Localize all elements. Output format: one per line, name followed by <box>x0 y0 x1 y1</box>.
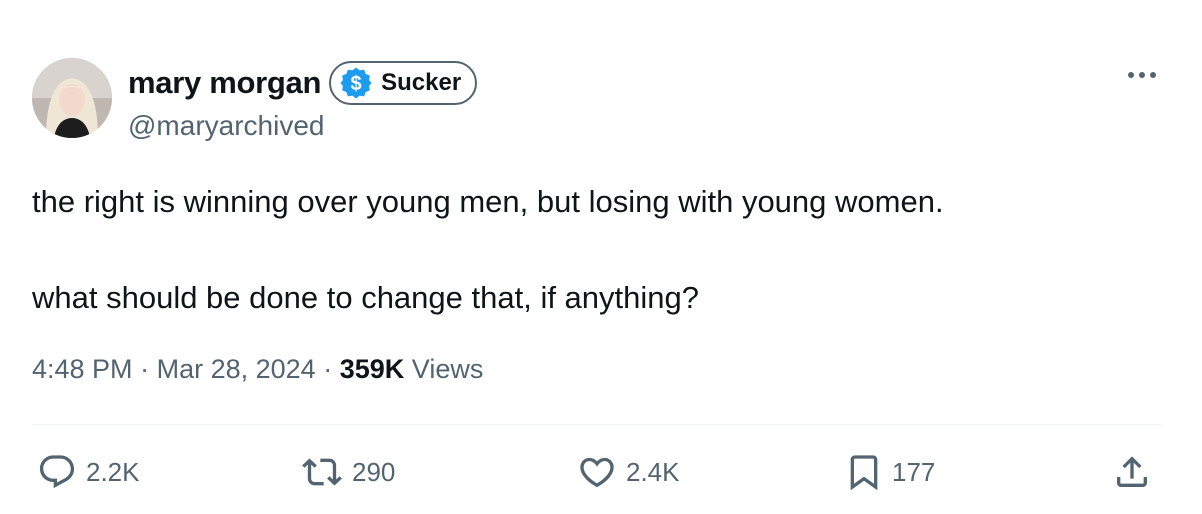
tweet-meta: 4:48 PM · Mar 28, 2024 · 359K Views <box>32 354 483 385</box>
reply-button[interactable]: 2.2K <box>36 448 140 496</box>
author-row: mary morgan $ Sucker <box>128 58 478 108</box>
tweet-time[interactable]: 4:48 PM <box>32 354 133 384</box>
bookmark-count: 177 <box>892 456 936 487</box>
action-bar: 2.2K 290 2.4K 177 <box>32 448 1162 496</box>
tweet-paragraph: what should be done to change that, if a… <box>32 280 699 315</box>
retweet-count: 290 <box>352 456 396 487</box>
more-icon <box>1128 72 1156 78</box>
display-name[interactable]: mary morgan <box>128 65 321 101</box>
share-button[interactable] <box>1112 448 1152 496</box>
tweet-date[interactable]: Mar 28, 2024 <box>157 354 316 384</box>
reply-count: 2.2K <box>86 456 140 487</box>
dollar-icon: $ <box>339 66 373 100</box>
svg-text:$: $ <box>351 73 362 95</box>
tweet-text: the right is winning over young men, but… <box>32 178 1162 322</box>
retweet-button[interactable]: 290 <box>300 448 395 496</box>
like-button[interactable]: 2.4K <box>576 448 680 496</box>
views-label: Views <box>411 354 484 384</box>
tweet-card: mary morgan $ Sucker @maryarchived the r… <box>0 0 1202 514</box>
bookmark-icon <box>850 455 878 491</box>
meta-separator: · <box>140 354 150 384</box>
tweet-paragraph: the right is winning over young men, but… <box>32 184 944 219</box>
retweet-icon <box>302 458 342 486</box>
badge-label: Sucker <box>381 69 462 96</box>
divider <box>32 424 1162 425</box>
share-icon <box>1117 456 1147 487</box>
heart-icon <box>580 457 614 488</box>
meta-separator: · <box>323 354 333 384</box>
bookmark-button[interactable]: 177 <box>844 448 935 496</box>
more-options-button[interactable] <box>1124 60 1160 90</box>
subscription-badge[interactable]: $ Sucker <box>329 61 478 105</box>
reply-icon <box>39 455 75 489</box>
author-handle[interactable]: @maryarchived <box>128 110 324 142</box>
avatar[interactable] <box>32 58 112 138</box>
like-count: 2.4K <box>626 456 680 487</box>
views-count[interactable]: 359K <box>340 354 405 384</box>
